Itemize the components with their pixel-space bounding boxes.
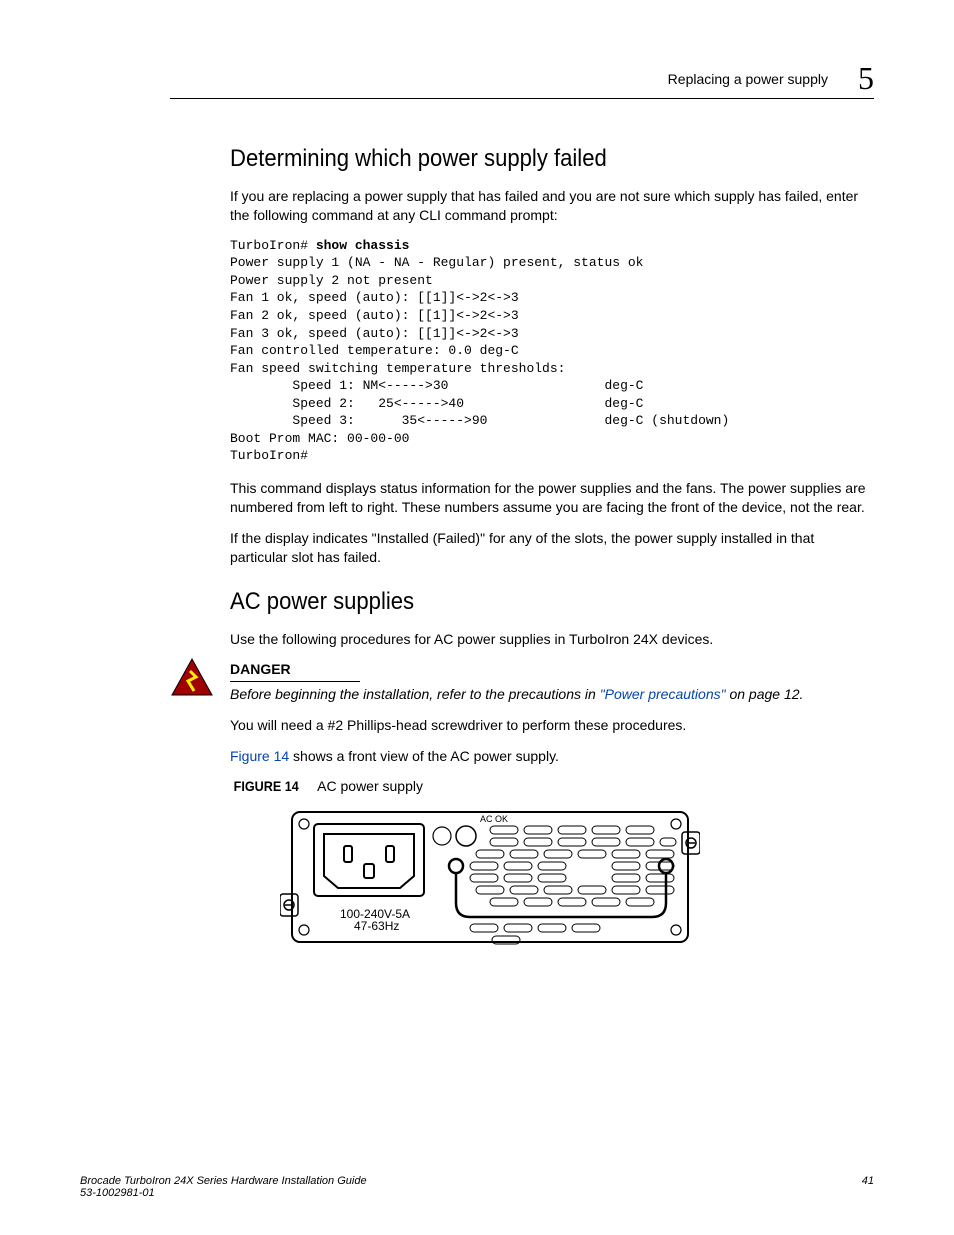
- cli-block: TurboIron# show chassis Power supply 1 (…: [230, 237, 870, 465]
- header-section-title: Replacing a power supply: [668, 71, 828, 87]
- page: Replacing a power supply 5 Determining w…: [0, 0, 954, 1235]
- footer-left: Brocade TurboIron 24X Series Hardware In…: [80, 1175, 367, 1199]
- body-paragraph: If you are replacing a power supply that…: [230, 187, 870, 225]
- danger-text-post: on page 12.: [726, 686, 804, 702]
- psu-hz-label: 47-63Hz: [354, 919, 399, 933]
- body-paragraph: You will need a #2 Phillips-head screwdr…: [230, 716, 870, 735]
- psu-illustration: 100-240V-5A 47-63Hz AC OK: [280, 804, 700, 964]
- cli-prompt: TurboIron#: [230, 238, 316, 253]
- danger-icon: [170, 657, 214, 697]
- body-text: shows a front view of the AC power suppl…: [289, 748, 559, 764]
- page-footer: Brocade TurboIron 24X Series Hardware In…: [80, 1175, 874, 1199]
- body-paragraph: Figure 14 shows a front view of the AC p…: [230, 747, 870, 766]
- header-rule: [170, 98, 874, 99]
- chapter-number: 5: [858, 60, 874, 97]
- figure-label: FIGURE 14: [234, 778, 299, 794]
- body-paragraph: Use the following procedures for AC powe…: [230, 630, 870, 649]
- danger-text-pre: Before beginning the installation, refer…: [230, 686, 600, 702]
- danger-text: Before beginning the installation, refer…: [230, 686, 870, 702]
- section-heading-determining: Determining which power supply failed: [230, 145, 819, 173]
- danger-admonition: DANGER Before beginning the installation…: [170, 661, 870, 702]
- content-area: Determining which power supply failed If…: [230, 145, 870, 969]
- cli-command: show chassis: [316, 238, 410, 253]
- body-paragraph: This command displays status information…: [230, 479, 870, 517]
- psu-acok-label: AC OK: [480, 814, 508, 824]
- figure-xref[interactable]: Figure 14: [230, 748, 289, 764]
- figure-caption: FIGURE 14 AC power supply: [230, 778, 870, 794]
- figure-title: AC power supply: [317, 778, 423, 794]
- danger-rule: [230, 681, 360, 682]
- footer-page-number: 41: [862, 1175, 874, 1199]
- danger-label: DANGER: [230, 661, 291, 677]
- danger-xref[interactable]: "Power precautions": [600, 686, 726, 702]
- figure-ac-power-supply: 100-240V-5A 47-63Hz AC OK: [280, 804, 870, 969]
- running-header: Replacing a power supply 5: [668, 60, 874, 97]
- footer-doc-number: 53-1002981-01: [80, 1187, 155, 1199]
- body-paragraph: If the display indicates "Installed (Fai…: [230, 529, 870, 567]
- footer-guide-title: Brocade TurboIron 24X Series Hardware In…: [80, 1175, 367, 1187]
- section-heading-ac: AC power supplies: [230, 588, 819, 616]
- cli-output: Power supply 1 (NA - NA - Regular) prese…: [230, 255, 729, 463]
